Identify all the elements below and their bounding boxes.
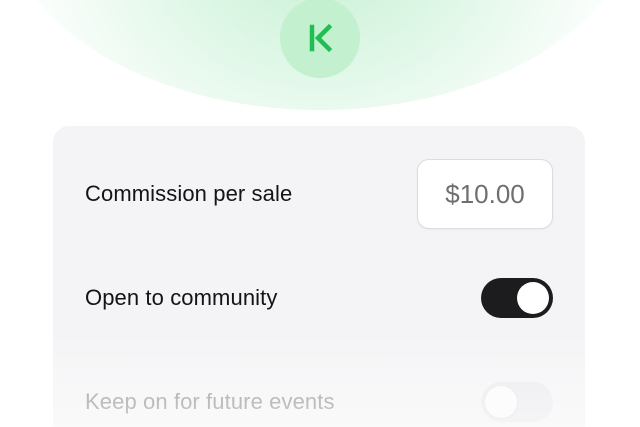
screen: Commission per sale $10.00 Open to commu…: [0, 0, 640, 427]
keep-on-future-row: Keep on for future events: [85, 380, 553, 424]
commission-input[interactable]: $10.00: [417, 159, 553, 229]
commission-label: Commission per sale: [85, 181, 293, 206]
toggle-knob: [517, 282, 549, 314]
open-to-community-row: Open to community: [85, 274, 553, 322]
keep-on-future-label: Keep on for future events: [85, 389, 335, 414]
brand-logo: [280, 0, 360, 78]
commission-row: Commission per sale $10.00: [85, 158, 553, 230]
kick-k-logo-icon: [309, 23, 333, 53]
toggle-knob: [485, 386, 517, 418]
settings-card: Commission per sale $10.00 Open to commu…: [53, 126, 585, 427]
keep-on-future-toggle[interactable]: [481, 382, 553, 422]
open-to-community-label: Open to community: [85, 285, 278, 310]
open-to-community-toggle[interactable]: [481, 278, 553, 318]
